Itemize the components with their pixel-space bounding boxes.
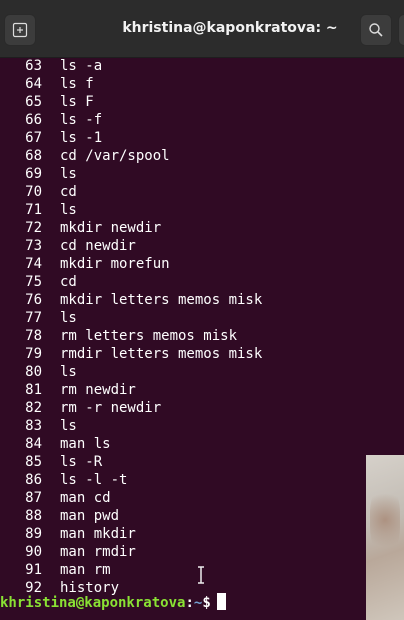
history-command: ls -f [60, 112, 103, 128]
history-command: cd /var/spool [60, 148, 170, 164]
history-command: ls -R [60, 454, 103, 470]
history-number: 81 [25, 382, 42, 398]
history-command: man rm [60, 562, 111, 578]
history-command: cd [60, 184, 77, 200]
history-command: mkdir letters memos misk [60, 292, 263, 308]
history-number: 89 [25, 526, 42, 542]
history-command: rmdir letters memos misk [60, 346, 263, 362]
history-command: ls -l -t [60, 472, 128, 488]
history-command: man mkdir [60, 526, 136, 542]
history-command: rm -r newdir [60, 400, 162, 416]
window-titlebar: khristina@kaponkratova: ~ [0, 0, 404, 58]
search-button[interactable] [360, 14, 392, 46]
history-number: 71 [25, 202, 42, 218]
history-number: 77 [25, 310, 42, 326]
history-command: rm newdir [60, 382, 136, 398]
prompt-dollar: $ [202, 595, 211, 611]
history-number: 64 [25, 76, 42, 92]
history-number: 84 [25, 436, 42, 452]
terminal-output[interactable]: 63 ls -a 64 ls f 65 ls F 66 ls -f 67 ls -1 68 cd /v… [0, 58, 404, 620]
prompt-colon: : [185, 595, 194, 611]
history-number: 70 [25, 184, 42, 200]
history-number: 82 [25, 400, 42, 416]
history-command: ls [60, 166, 77, 182]
history-command: mkdir newdir [60, 220, 162, 236]
history-number: 67 [25, 130, 42, 146]
history-number: 78 [25, 328, 42, 344]
history-number: 88 [25, 508, 42, 524]
history-number: 68 [25, 148, 42, 164]
history-number: 72 [25, 220, 42, 236]
history-command: man cd [60, 490, 111, 506]
history-command: ls [60, 310, 77, 326]
history-number: 85 [25, 454, 42, 470]
history-number: 69 [25, 166, 42, 182]
history-number: 66 [25, 112, 42, 128]
history-command: ls [60, 202, 77, 218]
webcam-overlay [366, 455, 404, 620]
menu-button[interactable] [398, 14, 404, 46]
history-command: ls F [60, 94, 94, 110]
history-number: 91 [25, 562, 42, 578]
history-command: rm letters memos misk [60, 328, 238, 344]
history-command: ls [60, 364, 77, 380]
search-icon [369, 23, 383, 37]
history-command: ls f [60, 76, 94, 92]
history-number: 83 [25, 418, 42, 434]
history-number: 65 [25, 94, 42, 110]
history-number: 80 [25, 364, 42, 380]
history-command: cd newdir [60, 238, 136, 254]
text-cursor [216, 593, 226, 610]
shell-prompt: khristina@kaponkratova:~$ [0, 593, 226, 613]
history-number: 87 [25, 490, 42, 506]
history-command: man rmdir [60, 544, 136, 560]
history-command: ls -1 [60, 130, 103, 146]
history-number: 86 [25, 472, 42, 488]
window-title: khristina@kaponkratova: ~ [122, 20, 338, 36]
history-command: cd [60, 274, 77, 290]
history-number: 74 [25, 256, 42, 272]
prompt-user-host: khristina@kaponkratova [0, 595, 186, 611]
history-number: 75 [25, 274, 42, 290]
history-number: 63 [25, 58, 42, 74]
ibeam-cursor-icon [198, 566, 204, 584]
history-command: ls [60, 418, 77, 434]
history-number: 73 [25, 238, 42, 254]
history-number: 90 [25, 544, 42, 560]
history-command: mkdir morefun [60, 256, 170, 272]
history-command: man ls [60, 436, 111, 452]
history-number: 76 [25, 292, 42, 308]
history-command: man pwd [60, 508, 120, 524]
history-command: ls -a [60, 58, 103, 74]
history-number: 79 [25, 346, 42, 362]
